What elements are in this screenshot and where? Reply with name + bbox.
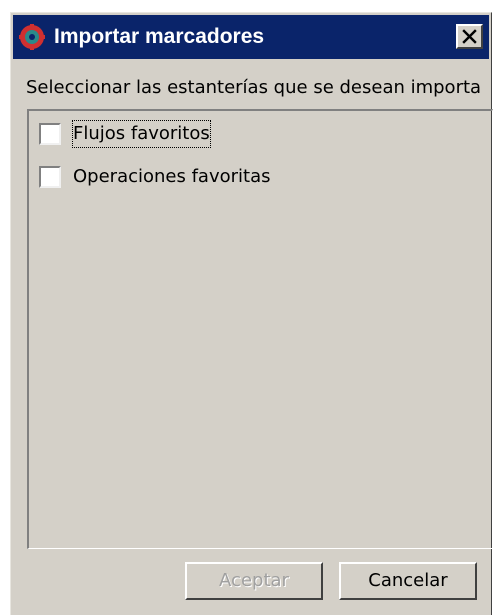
app-gear-icon bbox=[19, 24, 45, 50]
option-label: Operaciones favoritas bbox=[73, 166, 271, 187]
window-title: Importar marcadores bbox=[54, 25, 265, 48]
instruction-label: Seleccionar las estanterías que se desea… bbox=[26, 77, 482, 98]
close-button[interactable] bbox=[456, 24, 483, 49]
close-icon bbox=[462, 29, 477, 44]
accept-button[interactable]: Aceptar bbox=[185, 562, 323, 600]
operaciones-favoritas-checkbox[interactable] bbox=[39, 166, 61, 188]
title-bar[interactable]: Importar marcadores bbox=[13, 15, 489, 59]
cancel-button[interactable]: Cancelar bbox=[339, 562, 477, 600]
flujos-favoritos-checkbox[interactable] bbox=[39, 123, 61, 145]
option-label: Flujos favoritos bbox=[72, 120, 211, 148]
shelves-list-panel: Flujos favoritos Operaciones favoritas bbox=[27, 109, 493, 549]
import-bookmarks-dialog: Importar marcadores Seleccionar las esta… bbox=[10, 12, 493, 615]
